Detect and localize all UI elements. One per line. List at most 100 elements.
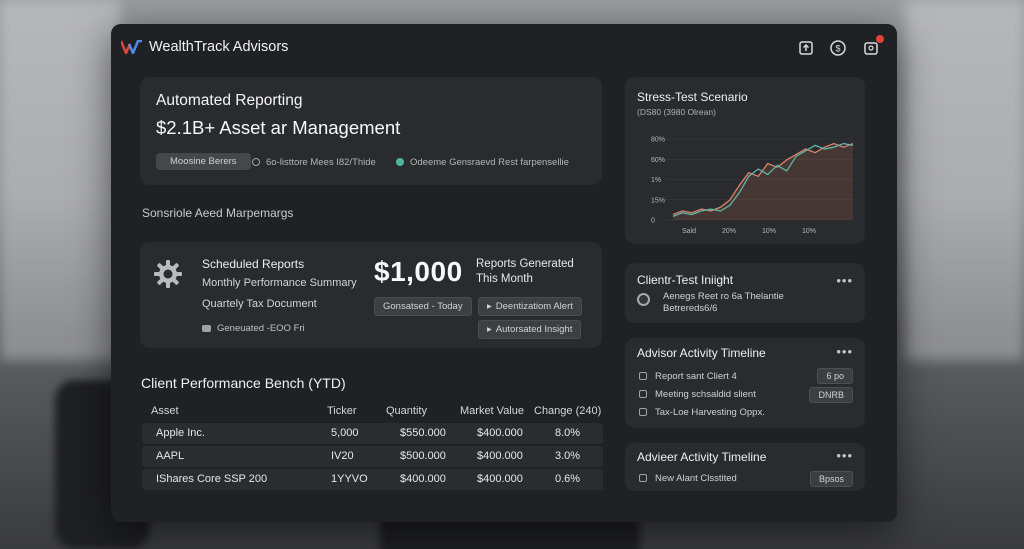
hero-title: Automated Reporting <box>156 92 303 109</box>
cell-asset: Apple Inc. <box>156 427 205 439</box>
column-header-ticker[interactable]: Ticker <box>327 405 357 417</box>
cell-change: 8.0% <box>555 427 581 439</box>
calendar-icon <box>639 390 647 399</box>
scheduled-report-item[interactable]: Monthly Performance Summary <box>202 277 357 289</box>
timeline-item-text: Report sant Cliert 4 <box>655 371 737 382</box>
scheduled-reports-card: Scheduled Reports Monthly Performance Su… <box>140 242 602 348</box>
column-header-change[interactable]: Change (240) <box>534 405 601 417</box>
hero-meta-generated: Odeeme Gensraevd Rest farpensellie <box>396 157 569 168</box>
calendar-icon <box>202 324 211 332</box>
table-title: Client Performance Bench (YTD) <box>141 375 346 391</box>
cell-market-value: $400.000 <box>477 427 523 439</box>
timeline-item[interactable]: Report sant Cliert 4 <box>639 371 737 382</box>
insight-chip[interactable]: ▸ Autorsated Insight <box>478 320 582 339</box>
alert-icon <box>639 474 647 483</box>
scheduled-reports-title: Scheduled Reports <box>202 257 305 271</box>
timeline-tag[interactable]: DNRB <box>809 387 853 403</box>
insight-icon <box>637 293 650 306</box>
hero-meta-history: 6o-listtore Mees I82/Thide <box>252 157 376 168</box>
column-header-asset[interactable]: Asset <box>151 405 179 417</box>
more-options-icon[interactable]: ••• <box>836 448 853 463</box>
section-heading: Sonsriole Aeed Marpemargs <box>142 206 294 220</box>
timeline-tag[interactable]: 6 po <box>817 368 853 384</box>
notification-dot <box>876 35 884 43</box>
chevron-right-icon: ▸ <box>487 324 492 335</box>
hero-subtitle: $2.1B+ Asset ar Management <box>156 117 401 138</box>
cell-asset: IShares Core SSP 200 <box>156 473 268 485</box>
stress-test-chart: 80% 60% 1% 15% 0 Sald 20% 10% 10% <box>651 137 854 235</box>
background-window-left <box>0 0 120 360</box>
x-tick-label: Sald <box>682 228 696 235</box>
y-tick-label: 15% <box>651 197 665 204</box>
cell-quantity: $400.000 <box>400 473 446 485</box>
advisor-timeline-title: Advisor Activity Timeline <box>637 346 766 360</box>
alert-chip-label: Deentizatiom Alert <box>495 301 573 312</box>
cell-market-value: $400.000 <box>477 473 523 485</box>
timeline-item-text: New Alant Clsstited <box>655 473 737 484</box>
table-row[interactable]: IShares Core SSP 200 1YYVO $400.000 $400… <box>142 469 603 490</box>
timeline-tag[interactable]: Bpsos <box>809 471 853 487</box>
dollar-icon[interactable]: $ <box>829 39 847 57</box>
y-tick-label: 80% <box>651 137 665 144</box>
cell-ticker: 1YYVO <box>331 473 368 485</box>
cell-change: 0.6% <box>555 473 581 485</box>
timeline-item[interactable]: Meeting schsaldid slient <box>639 389 756 400</box>
x-tick-label: 10% <box>802 228 816 235</box>
reports-count-value: $1,000 <box>374 256 463 287</box>
generated-today-chip[interactable]: Gonsatsed - Today <box>374 297 472 316</box>
cell-market-value: $400.000 <box>477 450 523 462</box>
advisor-timeline-card: Advisor Activity Timeline ••• Report san… <box>625 338 865 428</box>
cell-asset: AAPL <box>156 450 185 462</box>
y-tick-label: 60% <box>651 157 665 164</box>
table-row[interactable]: AAPL IV20 $500.000 $400.000 3.0% <box>142 446 603 467</box>
tax-icon <box>639 408 647 417</box>
scheduled-report-item[interactable]: Quartely Tax Document <box>202 298 317 310</box>
hero-card: Automated Reporting $2.1B+ Asset ar Mana… <box>140 77 602 185</box>
insight-line-1: Aenegs Reet ro 6a Thelantie <box>663 291 784 302</box>
cell-ticker: IV20 <box>331 450 354 462</box>
y-tick-label: 0 <box>651 218 655 225</box>
notifications-button[interactable] <box>862 35 884 57</box>
client-insight-title: Clientr-Test Iniight <box>637 273 734 287</box>
gear-icon <box>154 260 182 288</box>
alert-chip[interactable]: ▸ Deentizatiom Alert <box>478 297 582 316</box>
timeline-item-text: Meeting schsaldid slient <box>655 389 756 400</box>
insight-line-2: Betrereds6/6 <box>663 303 718 314</box>
history-icon <box>252 158 260 167</box>
scheduled-footer-text: Geneuated -EOO Fri <box>217 323 305 334</box>
stress-test-card: Stress-Test Scenario (DS80 (3980 Olrean)… <box>625 77 865 244</box>
more-options-icon[interactable]: ••• <box>836 273 853 288</box>
series-area <box>673 143 853 220</box>
chevron-right-icon: ▸ <box>487 301 492 312</box>
cell-quantity: $500.000 <box>400 450 446 462</box>
y-tick-label: 1% <box>651 177 661 184</box>
status-dot-icon <box>396 158 404 167</box>
timeline-item[interactable]: New Alant Clsstited <box>639 473 737 484</box>
app-title: WealthTrack Advisors <box>149 39 289 55</box>
background-window-right <box>905 0 1024 360</box>
top-bar: WealthTrack Advisors $ <box>111 24 897 72</box>
cell-quantity: $550.000 <box>400 427 446 439</box>
advisor-timeline-2-title: Advieer Activity Timeline <box>637 450 767 464</box>
dashboard-window: WealthTrack Advisors $ Automated Reporti… <box>111 24 897 522</box>
more-options-icon[interactable]: ••• <box>836 344 853 359</box>
column-header-market-value[interactable]: Market Value <box>460 405 524 417</box>
hero-meta-history-text: 6o-listtore Mees I82/Thide <box>266 157 376 168</box>
client-insight-card: Clientr-Test Iniight ••• Aenegs Reet ro … <box>625 263 865 323</box>
column-header-quantity[interactable]: Quantity <box>386 405 427 417</box>
scheduled-footer: Geneuated -EOO Fri <box>202 323 305 334</box>
x-tick-label: 10% <box>762 228 776 235</box>
logo-icon <box>121 40 142 54</box>
report-icon <box>639 372 647 381</box>
export-icon[interactable] <box>797 39 815 57</box>
cell-change: 3.0% <box>555 450 581 462</box>
table-row[interactable]: Apple Inc. 5,000 $550.000 $400.000 8.0% <box>142 423 603 444</box>
timeline-item-text: Tax-Loe Harvesting Oppx. <box>655 407 765 418</box>
hero-meta-generated-text: Odeeme Gensraevd Rest farpensellie <box>410 157 569 168</box>
cell-ticker: 5,000 <box>331 427 359 439</box>
hero-pill-button[interactable]: Moosine Berers <box>156 153 251 170</box>
x-tick-label: 20% <box>722 228 736 235</box>
reports-generated-label: Reports Generated This Month <box>476 258 574 285</box>
timeline-item[interactable]: Tax-Loe Harvesting Oppx. <box>639 407 765 418</box>
advisor-timeline-card-2: Advieer Activity Timeline ••• New Alant … <box>625 443 865 491</box>
